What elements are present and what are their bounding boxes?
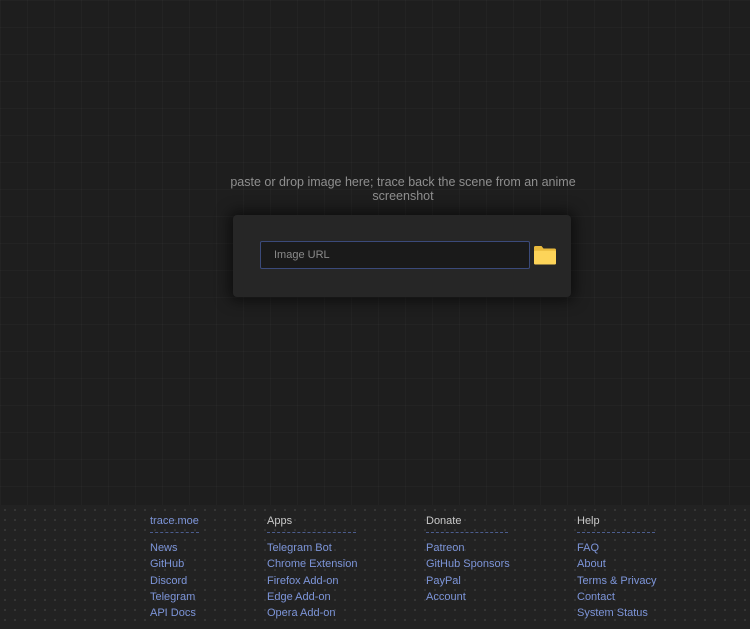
footer-link-news[interactable]: News: [150, 540, 199, 556]
footer-link-terms-privacy[interactable]: Terms & Privacy: [577, 573, 656, 589]
open-file-button[interactable]: [533, 244, 557, 266]
footer-column-donate: Donate Patreon GitHub Sponsors PayPal Ac…: [426, 514, 510, 605]
footer-link-opera-addon[interactable]: Opera Add-on: [267, 605, 358, 621]
footer-link-patreon[interactable]: Patreon: [426, 540, 510, 556]
footer-link-system-status[interactable]: System Status: [577, 605, 656, 621]
footer-link-github-sponsors[interactable]: GitHub Sponsors: [426, 556, 510, 572]
footer-link-discord[interactable]: Discord: [150, 573, 199, 589]
footer-link-api-docs[interactable]: API Docs: [150, 605, 199, 621]
footer-link-chrome-extension[interactable]: Chrome Extension: [267, 556, 358, 572]
footer-link-account[interactable]: Account: [426, 589, 510, 605]
footer-link-firefox-addon[interactable]: Firefox Add-on: [267, 573, 358, 589]
footer-link-telegram-bot[interactable]: Telegram Bot: [267, 540, 358, 556]
folder-icon: [534, 246, 556, 265]
footer-link-about[interactable]: About: [577, 556, 656, 572]
footer-link-github[interactable]: GitHub: [150, 556, 199, 572]
image-url-input[interactable]: [260, 241, 530, 269]
page: paste or drop image here; trace back the…: [0, 0, 750, 629]
tagline: paste or drop image here; trace back the…: [230, 175, 576, 203]
footer-link-contact[interactable]: Contact: [577, 589, 656, 605]
footer-column-title: trace.moe: [150, 514, 199, 533]
footer-link-paypal[interactable]: PayPal: [426, 573, 510, 589]
footer-column-title: Apps: [267, 514, 356, 533]
search-box: [233, 215, 571, 297]
drop-zone[interactable]: paste or drop image here; trace back the…: [0, 0, 750, 505]
footer-column-help: Help FAQ About Terms & Privacy Contact S…: [577, 514, 656, 621]
footer-column-trace-moe: trace.moe News GitHub Discord Telegram A…: [150, 514, 199, 621]
footer-link-faq[interactable]: FAQ: [577, 540, 656, 556]
footer-link-edge-addon[interactable]: Edge Add-on: [267, 589, 358, 605]
footer-link-telegram[interactable]: Telegram: [150, 589, 199, 605]
footer-column-title: Help: [577, 514, 655, 533]
footer-column-apps: Apps Telegram Bot Chrome Extension Firef…: [267, 514, 358, 621]
footer: trace.moe News GitHub Discord Telegram A…: [0, 505, 750, 629]
footer-column-title: Donate: [426, 514, 508, 533]
